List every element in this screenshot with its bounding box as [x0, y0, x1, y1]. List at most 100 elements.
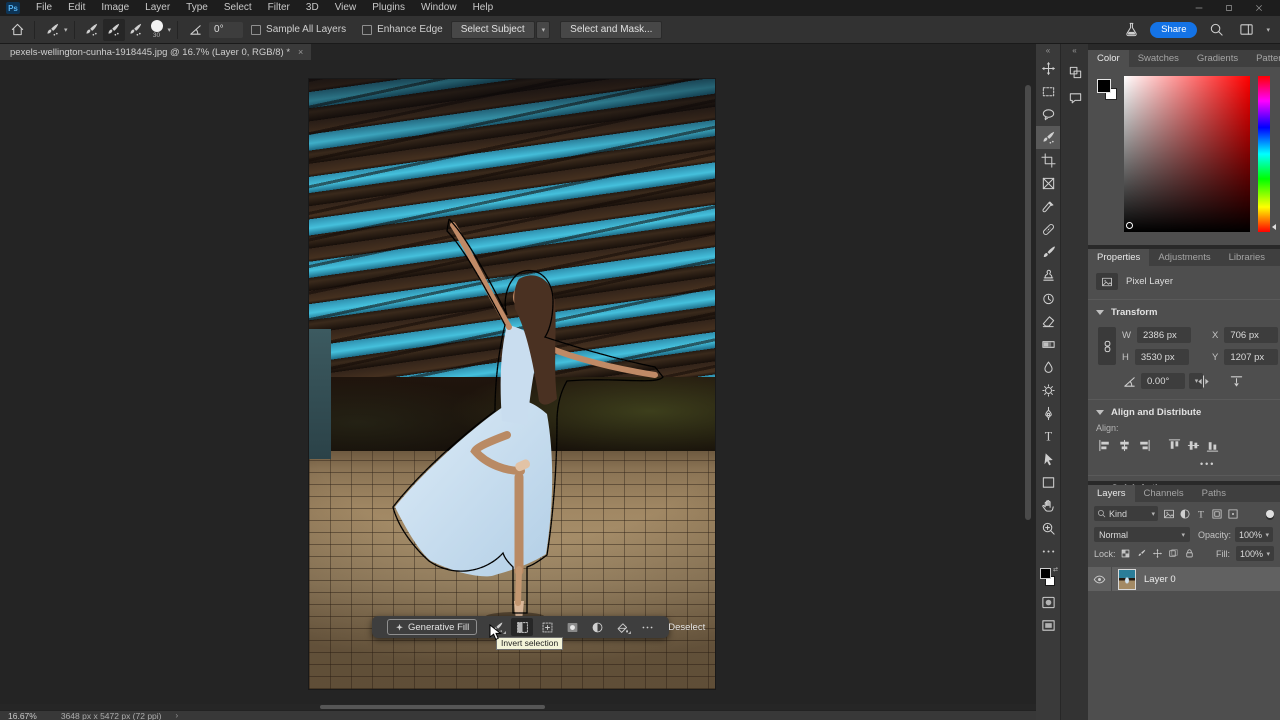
opacity-input[interactable]: 100% ▾: [1235, 527, 1273, 542]
tool-eyedropper[interactable]: [1036, 195, 1060, 218]
checkbox-enhance-edge[interactable]: Enhance Edge: [362, 24, 443, 35]
transform-section-header[interactable]: Transform: [1096, 307, 1157, 318]
hue-slider-marker[interactable]: [1272, 224, 1276, 230]
zoom-level-input[interactable]: 16.67%: [0, 711, 47, 720]
lock-move-icon[interactable]: [1150, 546, 1166, 561]
close-icon[interactable]: ×: [298, 47, 303, 57]
home-icon[interactable]: [6, 19, 28, 41]
tool-preset-icon[interactable]: [41, 19, 63, 41]
tool-eraser[interactable]: [1036, 310, 1060, 333]
status-arrow-icon[interactable]: ›: [162, 711, 179, 720]
rotation-input[interactable]: 0.00°: [1141, 373, 1185, 389]
taskbar-invert-selection-button[interactable]: [511, 618, 533, 636]
tab-properties[interactable]: Properties: [1088, 249, 1149, 266]
tool-frame[interactable]: [1036, 172, 1060, 195]
tool-selection-brush[interactable]: [1036, 126, 1060, 149]
link-dimensions-icon[interactable]: [1098, 327, 1116, 365]
tab-patterns[interactable]: Patterns: [1247, 50, 1280, 67]
saturation-brightness-picker[interactable]: [1124, 76, 1250, 232]
swatches-panel-icon[interactable]: [1061, 61, 1089, 83]
align-left-button[interactable]: [1096, 437, 1115, 454]
tool-type[interactable]: T: [1036, 425, 1060, 448]
hue-slider[interactable]: [1258, 76, 1270, 232]
align-center-h-button[interactable]: [1115, 437, 1134, 454]
color-picker-marker[interactable]: [1126, 222, 1133, 229]
tool-healing[interactable]: [1036, 218, 1060, 241]
tool-history-brush[interactable]: [1036, 287, 1060, 310]
align-right-button[interactable]: [1134, 437, 1153, 454]
menu-3d[interactable]: 3D: [298, 0, 327, 16]
menu-file[interactable]: File: [28, 0, 60, 16]
tool-zoom[interactable]: [1036, 517, 1060, 540]
menu-help[interactable]: Help: [465, 0, 502, 16]
lock-all-icon[interactable]: [1182, 546, 1198, 561]
tool-quick-mask[interactable]: [1036, 591, 1060, 614]
minimize-button[interactable]: [1188, 1, 1210, 15]
tool-crop[interactable]: [1036, 149, 1060, 172]
layer-row[interactable]: Layer 0: [1088, 567, 1280, 591]
horizontal-scrollbar-thumb[interactable]: [320, 705, 545, 709]
maximize-button[interactable]: [1218, 1, 1240, 15]
add-to-selection-icon[interactable]: [103, 19, 125, 41]
tab-adjustments[interactable]: Adjustments: [1149, 249, 1219, 266]
deselect-button[interactable]: Deselect: [668, 622, 705, 633]
menu-edit[interactable]: Edit: [60, 0, 93, 16]
tool-lasso[interactable]: [1036, 103, 1060, 126]
tool-rectangle[interactable]: [1036, 471, 1060, 494]
checkbox-icon[interactable]: [362, 25, 372, 35]
vertical-scrollbar[interactable]: [1025, 85, 1031, 520]
tool-path-select[interactable]: [1036, 448, 1060, 471]
y-input[interactable]: 1207 px: [1224, 349, 1278, 365]
subtract-from-selection-icon[interactable]: [125, 19, 147, 41]
fill-input[interactable]: 100% ▾: [1236, 546, 1274, 561]
collapse-toolbar-icon[interactable]: «: [1036, 44, 1060, 57]
taskbar-fill-button[interactable]: [611, 618, 633, 636]
taskbar-transform-selection-button[interactable]: [536, 618, 558, 636]
layer-visibility-toggle[interactable]: [1088, 567, 1112, 591]
tool-marquee[interactable]: [1036, 80, 1060, 103]
lock-paint-icon[interactable]: [1134, 546, 1150, 561]
menu-plugins[interactable]: Plugins: [364, 0, 413, 16]
filter-smart-object-icon[interactable]: [1225, 506, 1241, 521]
tool-dodge[interactable]: [1036, 379, 1060, 402]
beta-flask-icon[interactable]: [1120, 19, 1142, 41]
filter-kind-select[interactable]: Kind ▾: [1094, 506, 1158, 521]
menu-window[interactable]: Window: [413, 0, 465, 16]
comments-panel-icon[interactable]: [1061, 87, 1089, 109]
photo-document[interactable]: [309, 79, 715, 689]
foreground-color-swatch[interactable]: [1097, 79, 1111, 93]
document-tab[interactable]: pexels-wellington-cunha-1918445.jpg @ 16…: [0, 44, 311, 60]
tool-move[interactable]: [1036, 57, 1060, 80]
menu-type[interactable]: Type: [178, 0, 216, 16]
align-section-header[interactable]: Align and Distribute: [1096, 407, 1201, 418]
new-selection-icon[interactable]: [81, 19, 103, 41]
filter-type-icon[interactable]: T: [1193, 506, 1209, 521]
taskbar-adjustment-button[interactable]: [586, 618, 608, 636]
align-bottom-button[interactable]: [1203, 437, 1222, 454]
tool-clone-stamp[interactable]: [1036, 264, 1060, 287]
layer-filter-toggle[interactable]: [1266, 510, 1274, 518]
menu-select[interactable]: Select: [216, 0, 260, 16]
search-icon[interactable]: [1205, 19, 1227, 41]
brush-size-picker[interactable]: 30: [147, 20, 167, 39]
tab-paths[interactable]: Paths: [1193, 485, 1235, 502]
tool-brush[interactable]: [1036, 241, 1060, 264]
taskbar-more-button[interactable]: [636, 618, 658, 636]
align-top-button[interactable]: [1165, 437, 1184, 454]
chevron-down-icon[interactable]: ▾: [64, 26, 68, 34]
generative-fill-button[interactable]: Generative Fill: [387, 619, 477, 635]
tool-gradient[interactable]: [1036, 333, 1060, 356]
workspace-icon[interactable]: [1235, 19, 1257, 41]
select-subject-button[interactable]: Select Subject: [451, 21, 535, 39]
tab-swatches[interactable]: Swatches: [1129, 50, 1188, 67]
tool-hand[interactable]: [1036, 494, 1060, 517]
chevron-down-icon[interactable]: ▾: [1266, 26, 1270, 34]
align-center-v-button[interactable]: [1184, 437, 1203, 454]
collapse-strip-icon[interactable]: «: [1061, 44, 1088, 57]
width-input[interactable]: 2386 px: [1137, 327, 1191, 343]
tab-libraries[interactable]: Libraries: [1220, 249, 1274, 266]
photoshop-logo[interactable]: Ps: [6, 2, 20, 14]
align-more-button[interactable]: •••: [1200, 459, 1215, 469]
tab-channels[interactable]: Channels: [1135, 485, 1193, 502]
tab-gradients[interactable]: Gradients: [1188, 50, 1247, 67]
